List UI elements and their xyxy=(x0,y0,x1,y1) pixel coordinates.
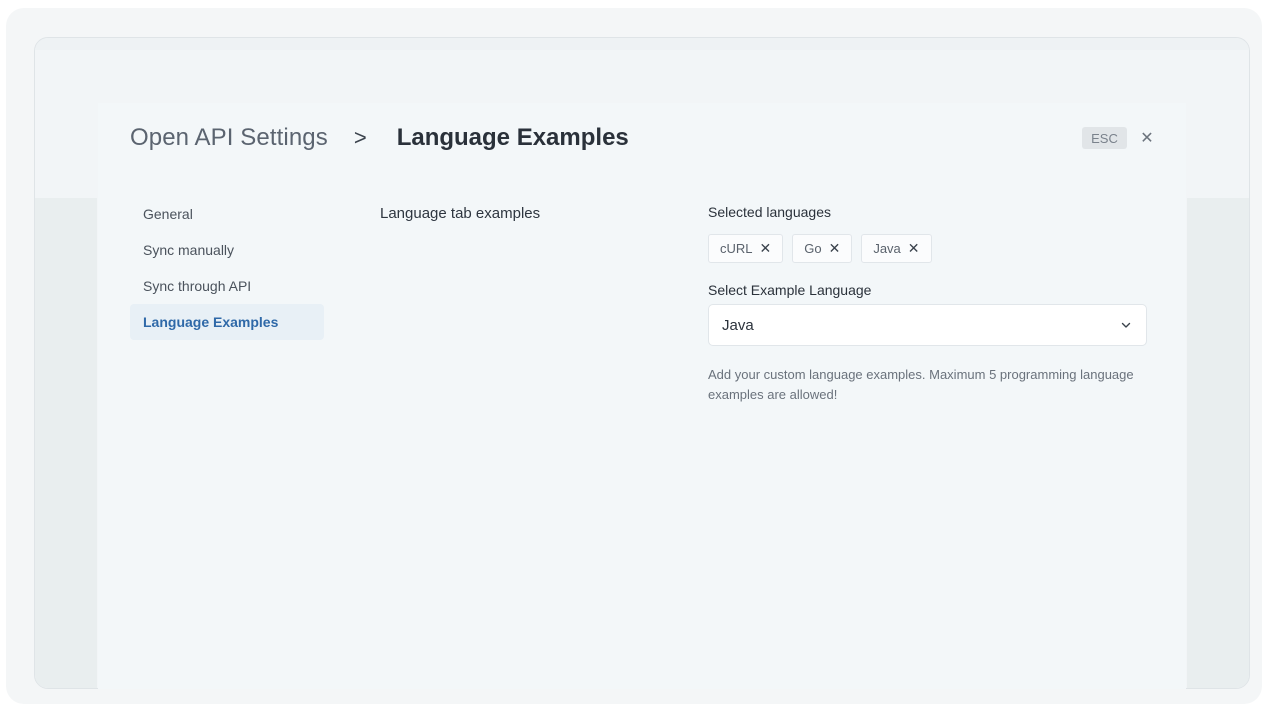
chip-label: Java xyxy=(873,241,901,256)
remove-curl-icon[interactable]: ✕ xyxy=(760,240,772,257)
selected-languages-label: Selected languages xyxy=(708,204,831,220)
select-example-language-label: Select Example Language xyxy=(708,282,872,298)
breadcrumb-separator-icon: > xyxy=(353,125,367,150)
language-chip-go: Go ✕ xyxy=(792,234,853,263)
window-top-bar xyxy=(35,38,1249,50)
chip-label: Go xyxy=(804,241,822,256)
language-settings-form: Selected languages cURL ✕ Go ✕ Java ✕ Se… xyxy=(708,204,1148,405)
esc-shortcut-badge: ESC xyxy=(1082,127,1127,149)
chip-label: cURL xyxy=(720,241,753,256)
example-language-select[interactable]: Java xyxy=(708,304,1147,346)
chevron-down-icon xyxy=(1121,322,1131,328)
selected-languages-list: cURL ✕ Go ✕ Java ✕ xyxy=(708,234,1148,263)
sidebar-item-language-examples[interactable]: Language Examples xyxy=(130,304,324,340)
breadcrumb-parent[interactable]: Open API Settings xyxy=(130,124,328,152)
select-value: Java xyxy=(722,316,754,334)
remove-go-icon[interactable]: ✕ xyxy=(829,240,841,257)
language-chip-java: Java ✕ xyxy=(861,234,932,263)
sidebar-item-sync-through-api[interactable]: Sync through API xyxy=(130,268,324,304)
help-text: Add your custom language examples. Maxim… xyxy=(708,367,1134,402)
close-icon[interactable]: ✕ xyxy=(1138,127,1156,149)
right-gutter xyxy=(1187,198,1249,688)
sidebar-item-sync-manually[interactable]: Sync manually xyxy=(130,232,324,268)
breadcrumb: Open API Settings > Language Examples xyxy=(130,122,629,154)
language-chip-curl: cURL ✕ xyxy=(708,234,784,263)
sidebar-item-general[interactable]: General xyxy=(130,196,324,232)
settings-sidebar: General Sync manually Sync through API L… xyxy=(130,196,324,340)
left-gutter xyxy=(35,198,97,688)
section-label: Language tab examples xyxy=(380,205,541,222)
remove-java-icon[interactable]: ✕ xyxy=(908,240,920,257)
page-title: Language Examples xyxy=(396,124,629,151)
